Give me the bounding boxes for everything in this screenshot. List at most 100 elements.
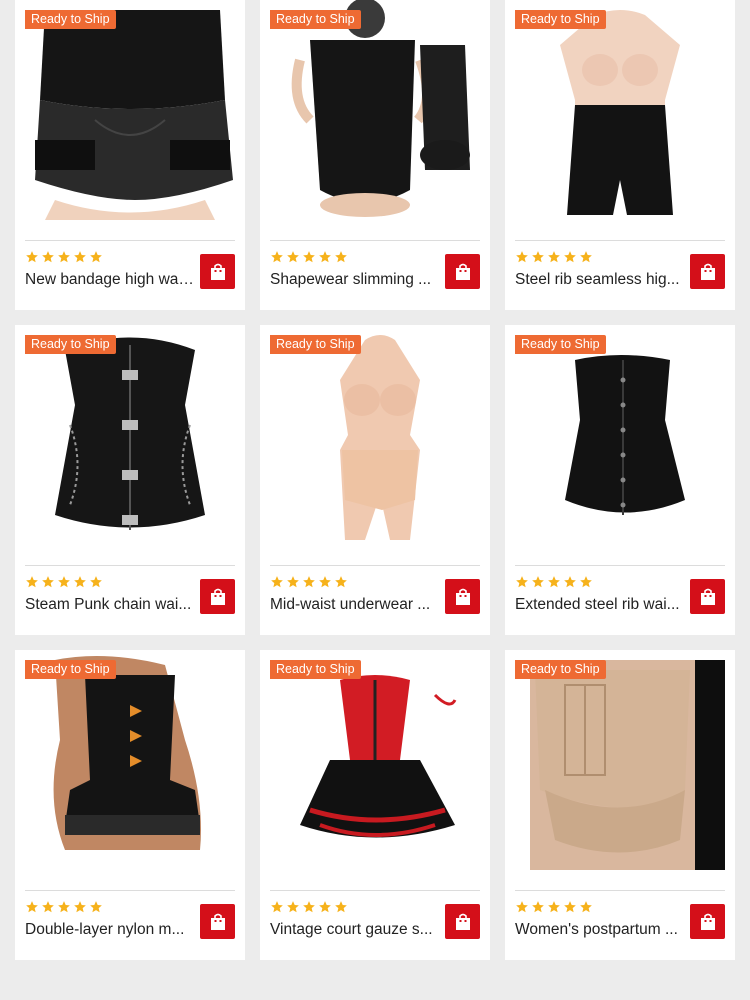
product-title[interactable]: Double-layer nylon m... bbox=[25, 920, 197, 940]
shopping-bag-icon bbox=[455, 263, 470, 280]
star-icon bbox=[42, 576, 54, 588]
add-to-cart-button[interactable] bbox=[445, 254, 480, 289]
add-to-cart-button[interactable] bbox=[690, 579, 725, 614]
product-card[interactable]: Ready to Ship Shapewear slimming ... bbox=[260, 0, 490, 310]
star-icon bbox=[319, 251, 331, 263]
star-icon bbox=[516, 576, 528, 588]
add-to-cart-button[interactable] bbox=[690, 904, 725, 939]
divider bbox=[25, 240, 235, 241]
star-icon bbox=[26, 576, 38, 588]
shopping-bag-icon bbox=[455, 913, 470, 930]
rating-stars bbox=[515, 900, 593, 914]
ready-to-ship-badge: Ready to Ship bbox=[25, 335, 116, 354]
product-image[interactable] bbox=[515, 650, 725, 870]
star-icon bbox=[319, 901, 331, 913]
add-to-cart-button[interactable] bbox=[445, 904, 480, 939]
shopping-bag-icon bbox=[700, 588, 715, 605]
divider bbox=[515, 565, 725, 566]
product-card[interactable]: Ready to Ship Double-layer nylon m... bbox=[15, 650, 245, 960]
product-title[interactable]: Shapewear slimming ... bbox=[270, 270, 442, 290]
product-image[interactable] bbox=[270, 650, 480, 870]
divider bbox=[515, 240, 725, 241]
ready-to-ship-badge: Ready to Ship bbox=[270, 10, 361, 29]
star-icon bbox=[26, 901, 38, 913]
rating-stars bbox=[270, 900, 348, 914]
star-icon bbox=[532, 251, 544, 263]
star-icon bbox=[26, 251, 38, 263]
product-card[interactable]: Ready to Ship New bandage high waist... bbox=[15, 0, 245, 310]
product-image[interactable] bbox=[515, 325, 725, 545]
star-icon bbox=[532, 576, 544, 588]
star-icon bbox=[548, 251, 560, 263]
product-title[interactable]: Women's postpartum ... bbox=[515, 920, 687, 940]
product-image[interactable] bbox=[25, 325, 235, 545]
rating-stars bbox=[270, 575, 348, 589]
star-icon bbox=[303, 901, 315, 913]
divider bbox=[25, 890, 235, 891]
ready-to-ship-badge: Ready to Ship bbox=[515, 10, 606, 29]
add-to-cart-button[interactable] bbox=[445, 579, 480, 614]
star-icon bbox=[580, 901, 592, 913]
shopping-bag-icon bbox=[210, 588, 225, 605]
product-card[interactable]: Ready to Ship Extended steel rib wai... bbox=[505, 325, 735, 635]
star-icon bbox=[90, 901, 102, 913]
rating-stars bbox=[25, 575, 103, 589]
product-card[interactable]: Ready to Ship Vintage court gauze s... bbox=[260, 650, 490, 960]
ready-to-ship-badge: Ready to Ship bbox=[25, 10, 116, 29]
star-icon bbox=[287, 576, 299, 588]
product-title[interactable]: New bandage high waist... bbox=[25, 270, 197, 290]
product-image[interactable] bbox=[270, 325, 480, 545]
rating-stars bbox=[25, 900, 103, 914]
product-card[interactable]: Ready to Ship Steel rib seamless hig... bbox=[505, 0, 735, 310]
star-icon bbox=[90, 576, 102, 588]
rating-stars bbox=[515, 575, 593, 589]
ready-to-ship-badge: Ready to Ship bbox=[515, 660, 606, 679]
star-icon bbox=[287, 901, 299, 913]
add-to-cart-button[interactable] bbox=[200, 579, 235, 614]
product-title[interactable]: Vintage court gauze s... bbox=[270, 920, 442, 940]
star-icon bbox=[303, 576, 315, 588]
star-icon bbox=[58, 251, 70, 263]
product-image[interactable] bbox=[25, 0, 235, 220]
star-icon bbox=[42, 901, 54, 913]
rating-stars bbox=[270, 250, 348, 264]
product-card[interactable]: Ready to Ship Steam Punk chain wai... bbox=[15, 325, 245, 635]
star-icon bbox=[319, 576, 331, 588]
star-icon bbox=[58, 576, 70, 588]
rating-stars bbox=[515, 250, 593, 264]
product-title[interactable]: Steam Punk chain wai... bbox=[25, 595, 197, 615]
star-icon bbox=[271, 251, 283, 263]
star-icon bbox=[548, 901, 560, 913]
star-icon bbox=[271, 901, 283, 913]
star-icon bbox=[74, 576, 86, 588]
add-to-cart-button[interactable] bbox=[200, 904, 235, 939]
product-image[interactable] bbox=[515, 0, 725, 220]
shopping-bag-icon bbox=[210, 913, 225, 930]
divider bbox=[515, 890, 725, 891]
star-icon bbox=[271, 576, 283, 588]
product-title[interactable]: Extended steel rib wai... bbox=[515, 595, 687, 615]
product-grid: Ready to Ship New bandage high waist... bbox=[0, 0, 750, 1000]
shopping-bag-icon bbox=[700, 913, 715, 930]
product-image[interactable] bbox=[270, 0, 480, 220]
star-icon bbox=[335, 251, 347, 263]
ready-to-ship-badge: Ready to Ship bbox=[515, 335, 606, 354]
star-icon bbox=[580, 251, 592, 263]
add-to-cart-button[interactable] bbox=[690, 254, 725, 289]
shopping-bag-icon bbox=[210, 263, 225, 280]
product-card[interactable]: Ready to Ship Women's postpartum ... bbox=[505, 650, 735, 960]
product-title[interactable]: Steel rib seamless hig... bbox=[515, 270, 687, 290]
product-card[interactable]: Ready to Ship Mid-waist underwear ... bbox=[260, 325, 490, 635]
ready-to-ship-badge: Ready to Ship bbox=[270, 660, 361, 679]
star-icon bbox=[516, 251, 528, 263]
star-icon bbox=[564, 251, 576, 263]
shopping-bag-icon bbox=[700, 263, 715, 280]
add-to-cart-button[interactable] bbox=[200, 254, 235, 289]
star-icon bbox=[287, 251, 299, 263]
product-image[interactable] bbox=[25, 650, 235, 870]
star-icon bbox=[516, 901, 528, 913]
star-icon bbox=[532, 901, 544, 913]
ready-to-ship-badge: Ready to Ship bbox=[25, 660, 116, 679]
star-icon bbox=[58, 901, 70, 913]
product-title[interactable]: Mid-waist underwear ... bbox=[270, 595, 442, 615]
